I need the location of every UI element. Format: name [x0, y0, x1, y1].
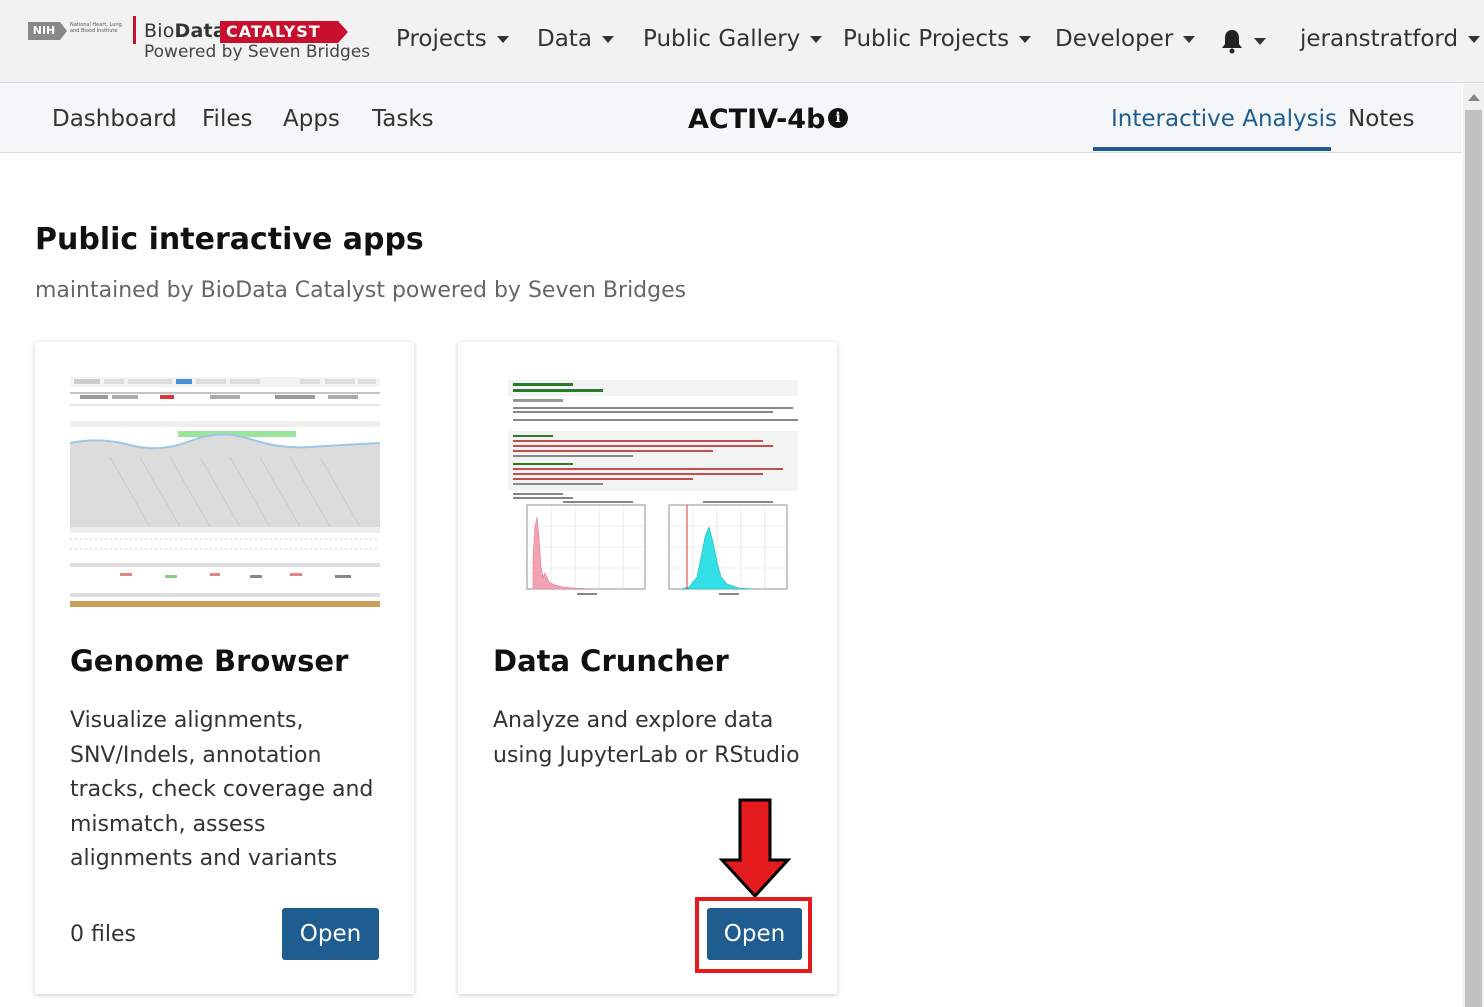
nav-public-gallery[interactable]: Public Gallery [643, 26, 823, 52]
nav-public-gallery-label: Public Gallery [643, 26, 801, 52]
app-description-data-cruncher: Analyze and explore data using JupyterLa… [493, 708, 800, 768]
project-link-tasks[interactable]: Tasks [372, 106, 434, 132]
scroll-up-arrow-icon[interactable] [1468, 94, 1480, 101]
logo-catalyst-badge: CATALYST [220, 21, 348, 43]
section-subtitle: maintained by BioData Catalyst powered b… [35, 278, 687, 303]
annotation-highlight-box [695, 897, 812, 973]
chevron-down-icon [496, 35, 509, 43]
logo-powered-by: Powered by Seven Bridges [144, 42, 371, 62]
nih-institute-text: National Heart, Lung, and Blood Institut… [70, 22, 124, 34]
app-card-genome-browser: Genome Browser Visualize alignments, SNV… [35, 342, 414, 994]
open-genome-browser-button[interactable]: Open [282, 908, 379, 960]
project-link-files[interactable]: Files [202, 106, 252, 132]
tab-interactive-analysis[interactable]: Interactive Analysis [1111, 106, 1337, 132]
project-link-apps[interactable]: Apps [283, 106, 340, 132]
nav-projects[interactable]: Projects [396, 26, 509, 52]
section-title: Public interactive apps [35, 222, 424, 257]
username: jeranstratford [1300, 26, 1459, 52]
notifications-menu[interactable] [1220, 28, 1266, 54]
user-menu[interactable]: jeranstratford [1300, 26, 1481, 52]
project-link-dashboard[interactable]: Dashboard [52, 106, 177, 132]
nav-data[interactable]: Data [537, 26, 614, 52]
project-nav: Dashboard Files Apps Tasks ACTIV-4b i In… [0, 84, 1462, 153]
chevron-down-icon [1183, 35, 1196, 43]
info-icon[interactable]: i [828, 108, 848, 128]
nav-developer-label: Developer [1055, 26, 1174, 52]
nih-logo-arrow [60, 22, 67, 40]
logo-divider [133, 16, 136, 44]
chevron-down-icon [601, 35, 614, 43]
chevron-down-icon [810, 35, 823, 43]
nih-logo: NIH [28, 22, 60, 40]
chevron-down-icon [1468, 35, 1481, 43]
active-tab-indicator [1093, 147, 1331, 151]
nav-projects-label: Projects [396, 26, 487, 52]
top-navbar: NIH National Heart, Lung, and Blood Inst… [0, 0, 1484, 83]
nav-developer[interactable]: Developer [1055, 26, 1196, 52]
chevron-down-icon [1019, 35, 1032, 43]
annotation-arrow-icon [718, 798, 792, 898]
logo-biodata: BioData [144, 20, 226, 42]
tab-notes[interactable]: Notes [1348, 106, 1414, 132]
jupyter-notebook-screenshot-icon [508, 380, 798, 595]
app-title-genome-browser: Genome Browser [70, 644, 349, 678]
file-count: 0 files [70, 922, 136, 947]
nav-public-projects[interactable]: Public Projects [843, 26, 1032, 52]
project-title: ACTIV-4b [688, 104, 826, 135]
scrollbar-thumb[interactable] [1465, 110, 1482, 1007]
genome-browser-screenshot-icon [70, 377, 380, 607]
chevron-down-icon [1254, 37, 1266, 45]
nav-public-projects-label: Public Projects [843, 26, 1010, 52]
logo-bio-text: Bio [144, 20, 175, 42]
bell-icon [1222, 30, 1242, 54]
nav-data-label: Data [537, 26, 592, 52]
logo-data-text: Data [174, 20, 226, 42]
genome-browser-thumbnail [70, 377, 380, 607]
app-title-data-cruncher: Data Cruncher [493, 644, 729, 678]
biodata-catalyst-logo[interactable]: NIH National Heart, Lung, and Blood Inst… [28, 14, 373, 62]
data-cruncher-thumbnail [493, 377, 803, 607]
app-description-genome-browser: Visualize alignments, SNV/Indels, annota… [70, 708, 374, 871]
